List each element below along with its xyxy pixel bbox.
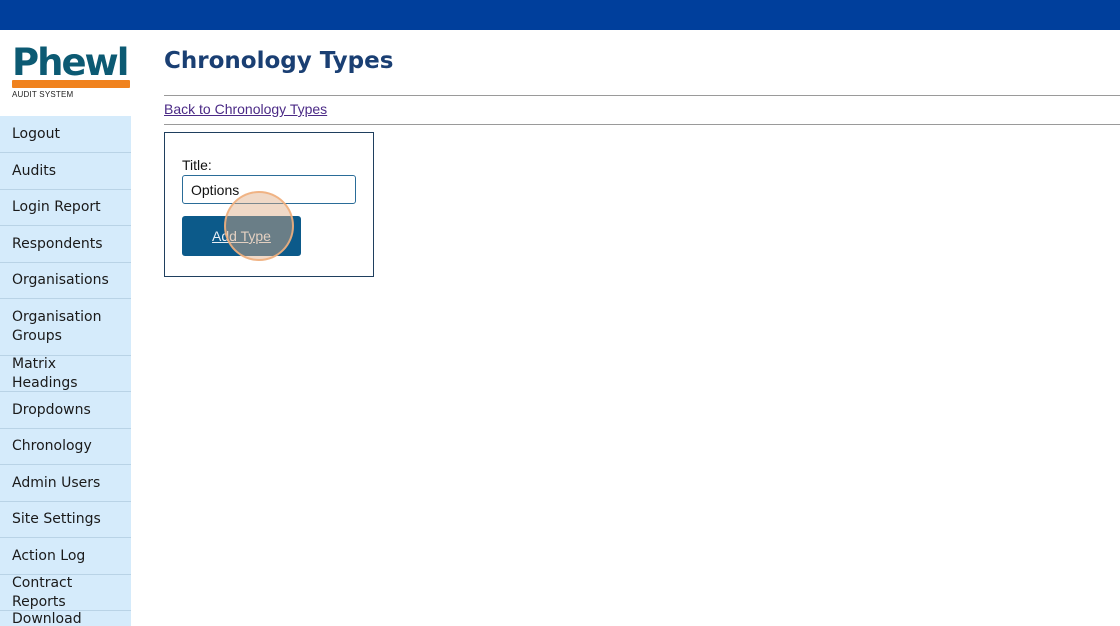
- logo-tagline: AUDIT SYSTEM: [12, 90, 74, 99]
- sidebar-item-label: Contract Reports: [12, 574, 73, 610]
- sidebar-item-label: Dropdowns: [12, 401, 91, 418]
- link-divider: [164, 124, 1120, 125]
- sidebar-item-dropdowns[interactable]: Dropdowns: [0, 392, 131, 429]
- sidebar-item-label: Organisations: [12, 272, 109, 288]
- sidebar-item-label: Site Settings: [12, 511, 101, 527]
- sidebar-nav: Logout Audits Login Report Respondents O…: [0, 116, 131, 626]
- sidebar-item-label: Matrix Headings: [12, 355, 78, 391]
- header-divider: [164, 95, 1120, 96]
- sidebar-item-label: Logout: [12, 125, 60, 142]
- back-to-chronology-types-link[interactable]: Back to Chronology Types: [164, 101, 327, 117]
- sidebar-item-admin-users[interactable]: Admin Users: [0, 465, 131, 502]
- logo-underline: [12, 80, 130, 88]
- title-input[interactable]: [182, 175, 356, 204]
- sidebar-item-contract-reports[interactable]: Contract Reports: [0, 575, 131, 611]
- sidebar-item-label: Chronology: [12, 438, 92, 454]
- sidebar-item-label: Audits: [12, 162, 57, 179]
- sidebar-item-respondents[interactable]: Respondents: [0, 226, 131, 263]
- sidebar-item-logout[interactable]: Logout: [0, 116, 131, 153]
- sidebar-item-matrix-headings[interactable]: Matrix Headings: [0, 356, 131, 392]
- sidebar-item-login-report[interactable]: Login Report: [0, 190, 131, 226]
- sidebar-item-action-log[interactable]: Action Log: [0, 538, 131, 575]
- sidebar-item-audits[interactable]: Audits: [0, 153, 131, 190]
- sidebar-item-site-settings[interactable]: Site Settings: [0, 502, 131, 538]
- logo-wordmark: Phewl: [12, 41, 129, 84]
- sidebar-item-label: Respondents: [12, 235, 103, 252]
- add-type-button[interactable]: Add Type: [182, 216, 301, 256]
- sidebar-item-label: Action Log: [12, 547, 86, 564]
- sidebar-item-label: Download Users: [12, 611, 82, 626]
- sidebar-item-chronology[interactable]: Chronology: [0, 429, 131, 465]
- sidebar-item-label: Organisation Groups: [12, 309, 102, 344]
- sidebar-item-download-users[interactable]: Download Users: [0, 611, 131, 626]
- add-type-form: Title: Add Type: [164, 132, 374, 277]
- logo[interactable]: Phewl AUDIT SYSTEM: [12, 44, 134, 100]
- sidebar-item-organisation-groups[interactable]: Organisation Groups: [0, 299, 131, 356]
- sidebar-item-label: Admin Users: [12, 474, 101, 491]
- sidebar-item-label: Login Report: [12, 199, 101, 215]
- title-field-label: Title:: [182, 157, 212, 173]
- page-title: Chronology Types: [164, 48, 394, 74]
- sidebar-item-organisations[interactable]: Organisations: [0, 263, 131, 299]
- top-bar: [0, 0, 1120, 30]
